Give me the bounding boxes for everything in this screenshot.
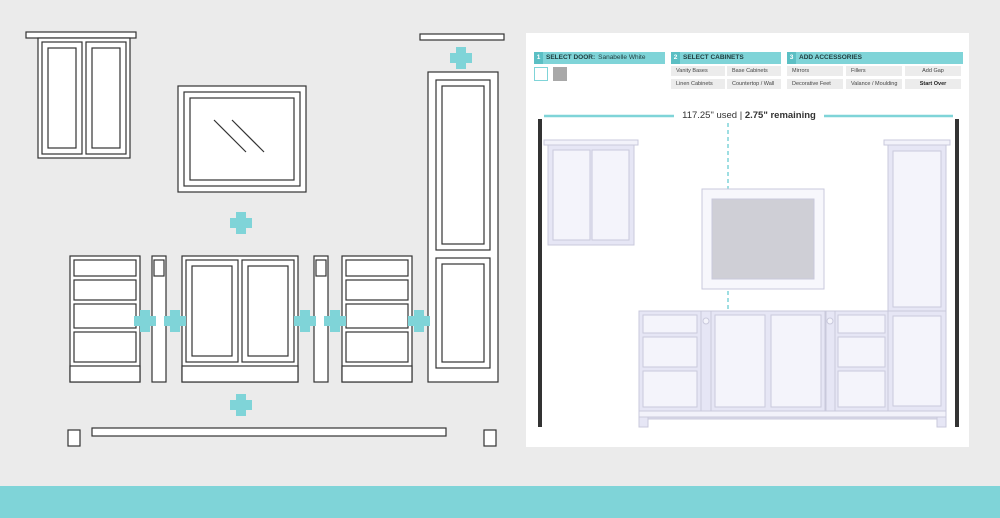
usage-separator: | [737, 110, 745, 121]
used-value: 117.25" used [682, 110, 738, 121]
left-drawer-base-drawing [69, 255, 141, 383]
cabinet-components-illustration [25, 31, 505, 447]
remaining-value: 2.75" remaining [744, 110, 816, 121]
preview-valance[interactable] [638, 410, 947, 420]
vanity-preview [538, 114, 959, 428]
preview-right-drawer-base[interactable] [825, 310, 889, 412]
left-wall [538, 119, 542, 427]
preview-foot-left[interactable] [638, 416, 649, 428]
plus-icon [230, 212, 252, 234]
preview-wall-cabinet[interactable] [543, 139, 639, 246]
configurator-panel: 1 SELECT DOOR: Sanabelle White 2 SELECT CAB… [526, 33, 969, 447]
right-wall [955, 119, 959, 427]
plus-icon [230, 394, 252, 416]
sink-base-drawing [181, 255, 299, 383]
linen-tower-drawing [419, 33, 505, 383]
preview-sink-base[interactable] [710, 310, 826, 412]
bottom-accent-band [0, 486, 1000, 518]
decorative-foot-left-drawing [67, 429, 81, 447]
usage-readout: 117.25" used | 2.75" remaining [674, 110, 824, 122]
preview-filler-left[interactable] [700, 310, 712, 412]
valance-drawing [91, 427, 447, 437]
decorative-foot-right-drawing [483, 429, 497, 447]
right-drawer-base-drawing [341, 255, 413, 383]
mirror-drawing [177, 85, 307, 193]
preview-foot-right[interactable] [936, 416, 947, 428]
preview-mirror[interactable] [701, 188, 825, 290]
preview-linen-tower[interactable] [883, 139, 951, 412]
plus-icon [450, 47, 472, 69]
wall-cabinet-drawing [25, 31, 137, 159]
preview-left-drawer-base[interactable] [638, 310, 702, 412]
